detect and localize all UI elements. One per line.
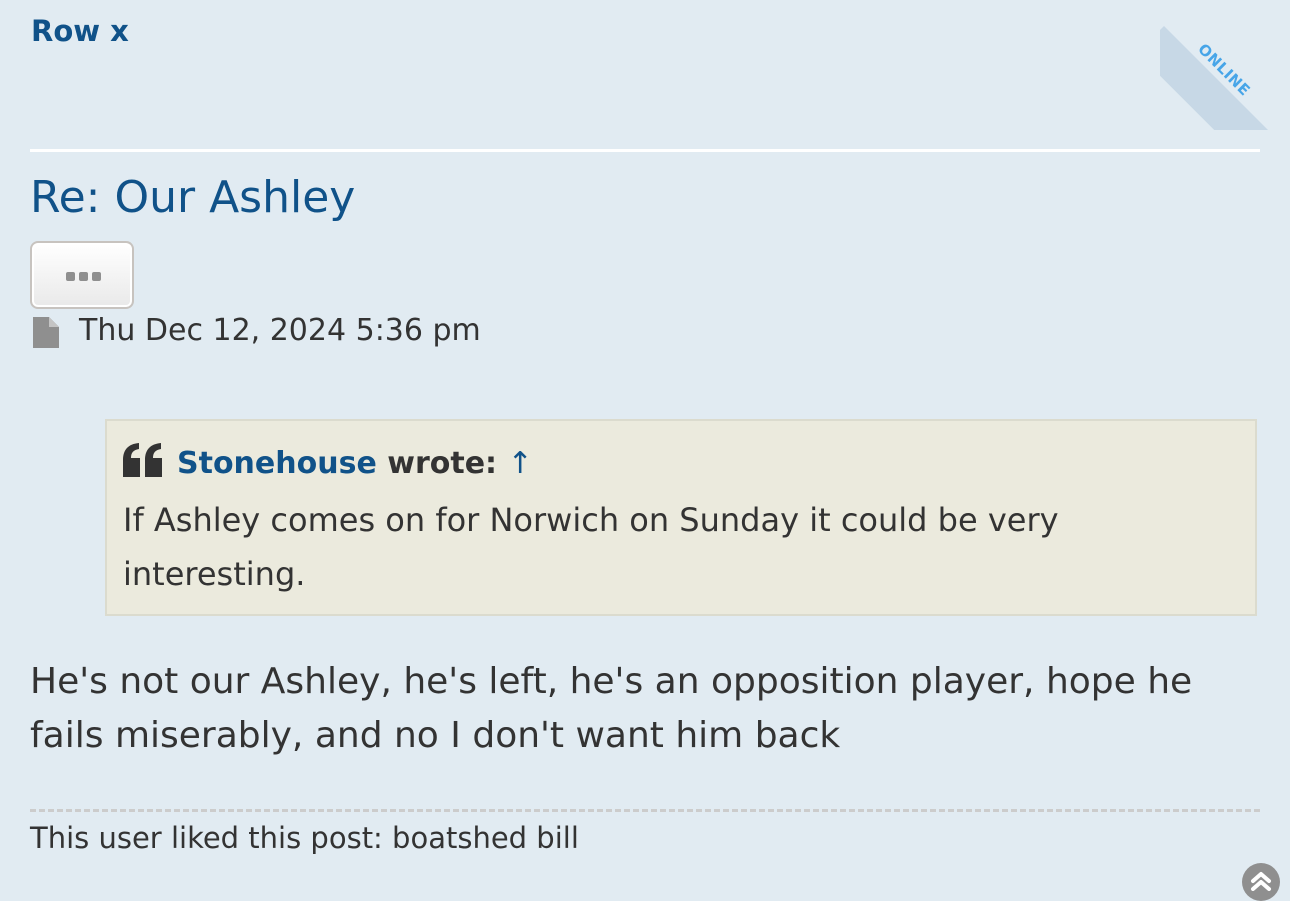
post-date: Thu Dec 12, 2024 5:36 pm — [79, 313, 481, 348]
quote-text: If Ashley comes on for Norwich on Sunday… — [123, 501, 1059, 593]
likes-divider — [30, 809, 1260, 812]
quote-wrote-label: wrote: — [387, 446, 498, 481]
post-body: He's not our Ashley, he's left, he's an … — [30, 661, 1193, 756]
post-title[interactable]: Re: Our Ashley — [30, 172, 355, 223]
quote-citation: Stonehouse wrote: ↑ — [177, 446, 533, 481]
likes-notice: This user liked this post: boatshed bill — [30, 821, 579, 855]
quote-icon — [123, 443, 162, 477]
post-actions-button[interactable] — [30, 241, 134, 309]
back-to-top-button[interactable] — [1242, 863, 1280, 901]
post-author-link[interactable]: Row x — [31, 14, 129, 48]
ellipsis-icon — [66, 272, 102, 281]
quote-source-link[interactable]: ↑ — [508, 446, 533, 481]
quote-block: Stonehouse wrote: ↑ If Ashley comes on f… — [105, 419, 1257, 616]
post: Row x ONLINE Re: Our Ashley Thu Dec 12, … — [0, 0, 1290, 901]
quote-author-link[interactable]: Stonehouse — [177, 446, 377, 481]
post-divider — [30, 149, 1260, 152]
chevron-up-icon — [1251, 872, 1271, 891]
file-icon[interactable] — [32, 317, 60, 348]
